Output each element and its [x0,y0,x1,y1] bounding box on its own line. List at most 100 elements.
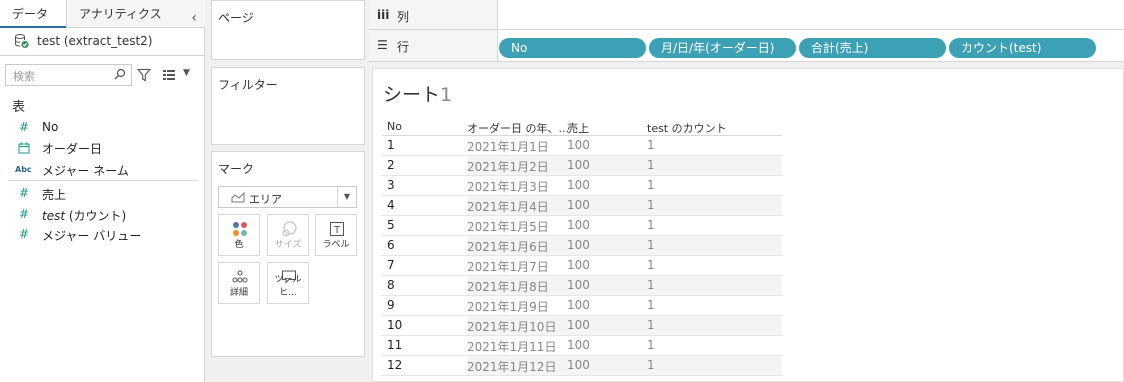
header-sales[interactable]: 売上 [567,120,589,136]
table-row[interactable]: 4 2021年1月4日 100 1 [381,196,782,216]
table-row[interactable]: 2 2021年1月2日 100 1 [381,156,782,176]
field-no[interactable]: # No [0,117,198,139]
table-row[interactable]: 10 2021年1月10日 100 1 [381,316,782,336]
mark-size-button[interactable]: サイズ [267,214,309,256]
cell-order-date[interactable]: 2021年1月6日 [467,238,549,255]
field-measure-names[interactable]: Abc メジャー ネーム [0,159,198,181]
cell-sales[interactable]: 100 [567,158,590,172]
cell-test-count[interactable]: 1 [647,238,655,252]
cell-no[interactable]: 10 [387,318,402,332]
cell-test-count[interactable]: 1 [647,198,655,212]
search-icon[interactable] [114,68,126,80]
cell-test-count[interactable]: 1 [647,218,655,232]
table-row[interactable]: 6 2021年1月6日 100 1 [381,236,782,256]
row-pill-no[interactable]: No [499,38,646,58]
cell-test-count[interactable]: 1 [647,298,655,312]
cell-sales[interactable]: 100 [567,258,590,272]
cell-no[interactable]: 8 [387,278,395,292]
detail-dots-icon [232,270,248,283]
cell-test-count[interactable]: 1 [647,138,655,152]
cell-no[interactable]: 9 [387,298,395,312]
row-pill-test-count[interactable]: カウント(test) [949,38,1096,58]
cell-order-date[interactable]: 2021年1月4日 [467,198,549,215]
cell-no[interactable]: 1 [387,138,395,152]
cell-sales[interactable]: 100 [567,338,590,352]
mark-tooltip-button[interactable]: ツールヒ... [267,262,309,304]
header-no[interactable]: No [387,120,402,133]
view-options-dropdown-icon[interactable]: ▼ [183,68,190,78]
cell-no[interactable]: 3 [387,178,395,192]
sheet-title[interactable]: シート1 [383,80,452,107]
cell-order-date[interactable]: 2021年1月3日 [467,178,549,195]
cell-sales[interactable]: 100 [567,198,590,212]
field-order-date[interactable]: オーダー日 [0,137,198,159]
search-field[interactable] [5,64,132,86]
mark-detail-button[interactable]: 詳細 [218,262,260,304]
table-row[interactable]: 5 2021年1月5日 100 1 [381,216,782,236]
cell-order-date[interactable]: 2021年1月10日 [467,318,556,335]
pages-card[interactable]: ページ [211,0,365,60]
table-row[interactable]: 7 2021年1月7日 100 1 [381,256,782,276]
header-test-count[interactable]: test のカウント [647,120,727,136]
cell-sales[interactable]: 100 [567,218,590,232]
table-row[interactable]: 3 2021年1月3日 100 1 [381,176,782,196]
cell-no[interactable]: 7 [387,258,395,272]
cell-test-count[interactable]: 1 [647,258,655,272]
table-row[interactable]: 1 2021年1月1日 100 1 [381,136,782,156]
sheet-title-number: 1 [440,84,453,106]
field-measure-values[interactable]: # メジャー バリュー [0,224,198,246]
cell-no[interactable]: 2 [387,158,395,172]
cell-sales[interactable]: 100 [567,138,590,152]
cell-order-date[interactable]: 2021年1月5日 [467,218,549,235]
cell-no[interactable]: 6 [387,238,395,252]
cell-sales[interactable]: 100 [567,178,590,192]
text-label-icon: T [330,222,344,236]
columns-shelf[interactable]: iii 列 [369,0,1124,30]
mark-type-dropdown[interactable]: エリア ▼ [218,186,357,208]
header-order-date[interactable]: オーダー日 の年、... [467,120,569,136]
table-row[interactable]: 8 2021年1月8日 100 1 [381,276,782,296]
cell-order-date[interactable]: 2021年1月11日 [467,338,556,355]
filter-icon[interactable] [137,68,151,82]
row-pill-order-date[interactable]: 月/日/年(オーダー日) [649,38,796,58]
search-input[interactable] [11,66,115,86]
cell-no[interactable]: 4 [387,198,395,212]
tab-analytics[interactable]: アナリティクス ‹ [67,0,205,28]
calendar-icon [18,142,30,154]
mark-color-button[interactable]: 色 [218,214,260,256]
datasource-item[interactable]: test (extract_test2) [0,28,204,56]
cell-order-date[interactable]: 2021年1月1日 [467,138,549,155]
cell-sales[interactable]: 100 [567,278,590,292]
cell-no[interactable]: 5 [387,218,395,232]
field-sales[interactable]: # 売上 [0,183,198,205]
mark-label-button[interactable]: T ラベル [315,214,357,256]
filters-card[interactable]: フィルター [211,67,365,145]
cell-no[interactable]: 12 [387,358,402,372]
cell-order-date[interactable]: 2021年1月2日 [467,158,549,175]
field-test-count[interactable]: # test (カウント) [0,204,198,226]
cell-no[interactable]: 11 [387,338,402,352]
cell-order-date[interactable]: 2021年1月7日 [467,258,549,275]
cell-test-count[interactable]: 1 [647,158,655,172]
table-row[interactable]: 12 2021年1月12日 100 1 [381,356,782,376]
cell-order-date[interactable]: 2021年1月12日 [467,358,556,375]
chevron-down-icon[interactable]: ▼ [337,187,356,207]
cell-sales[interactable]: 100 [567,238,590,252]
cell-sales[interactable]: 100 [567,298,590,312]
dimensions-measures-divider [8,180,198,181]
row-pill-sales-sum[interactable]: 合計(売上) [799,38,946,58]
table-row[interactable]: 11 2021年1月11日 100 1 [381,336,782,356]
view-list-icon[interactable] [162,68,176,82]
cell-order-date[interactable]: 2021年1月8日 [467,278,549,295]
cell-test-count[interactable]: 1 [647,338,655,352]
cell-order-date[interactable]: 2021年1月9日 [467,298,549,315]
cell-sales[interactable]: 100 [567,358,590,372]
table-row[interactable]: 9 2021年1月9日 100 1 [381,296,782,316]
cell-sales[interactable]: 100 [567,318,590,332]
cell-test-count[interactable]: 1 [647,278,655,292]
cell-test-count[interactable]: 1 [647,318,655,332]
cell-test-count[interactable]: 1 [647,358,655,372]
cell-test-count[interactable]: 1 [647,178,655,192]
field-label: No [42,120,59,134]
tab-data[interactable]: データ [0,0,67,28]
